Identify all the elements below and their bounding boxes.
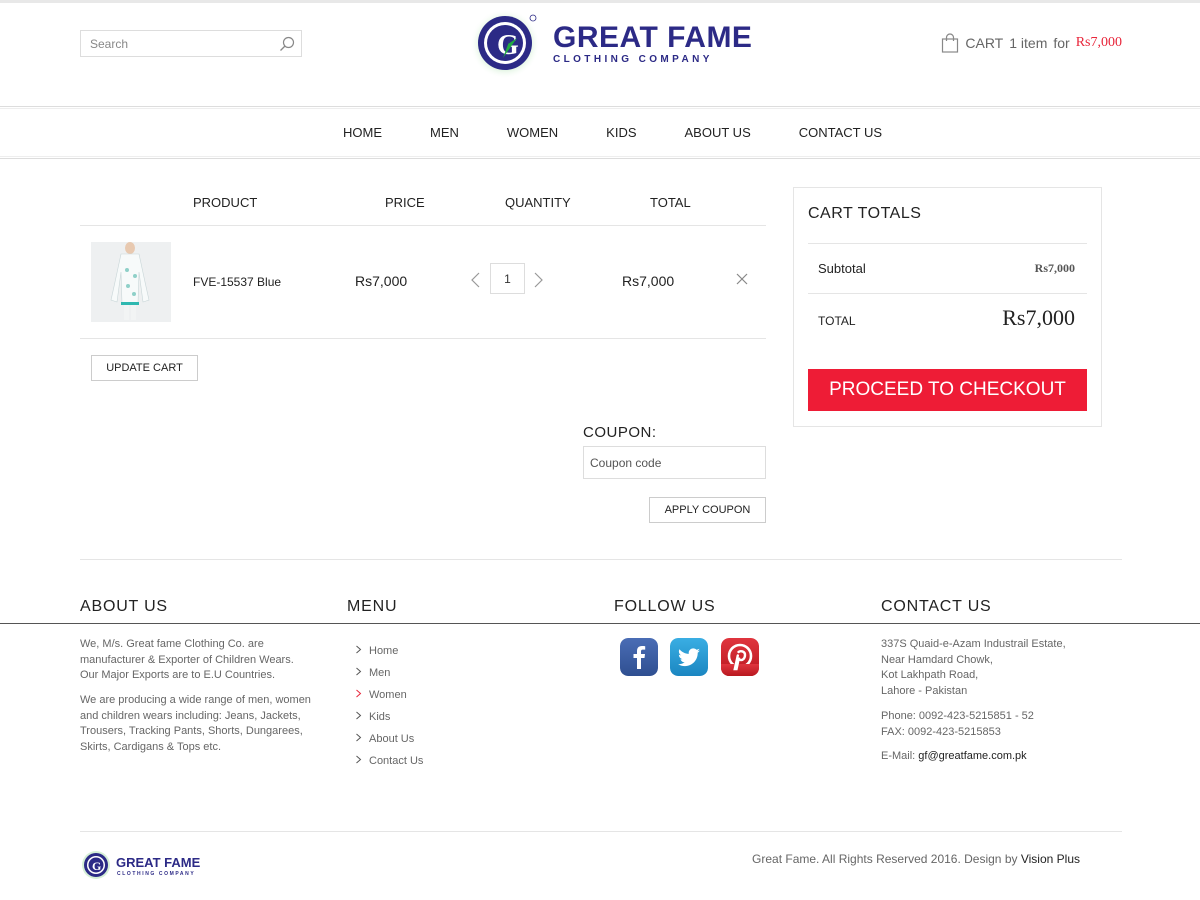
address-line: Kot Lakhpath Road, xyxy=(881,669,979,681)
main-nav: HOME MEN WOMEN KIDS ABOUT US CONTACT US xyxy=(0,106,1200,159)
twitter-icon[interactable] xyxy=(670,638,708,676)
facebook-icon[interactable] xyxy=(620,638,658,676)
footer-logo-name: GREAT FAME xyxy=(116,855,201,870)
chevron-right-icon xyxy=(355,711,369,723)
product-thumbnail[interactable] xyxy=(91,242,171,322)
contact-email-row: E-Mail: gf@greatfame.com.pk xyxy=(881,749,1121,765)
footer-logo-emblem: G xyxy=(82,851,110,879)
footer-about-heading: ABOUT US xyxy=(80,598,168,615)
footer-menu-kids[interactable]: Kids xyxy=(355,706,423,728)
copyright-text: Great Fame. All Rights Reserved 2016. De… xyxy=(752,852,1018,866)
quantity-increase-chevron-right-icon[interactable] xyxy=(531,271,545,289)
logo-tagline: CLOTHING COMPANY xyxy=(553,54,713,65)
contact-phone-fax: Phone: 0092-423-5215851 - 52 FAX: 0092-4… xyxy=(881,709,1121,740)
footer-menu-label: Men xyxy=(369,667,391,679)
column-price: PRICE xyxy=(385,195,425,210)
footer-heading-rule xyxy=(0,623,1200,624)
product-price: Rs7,000 xyxy=(355,273,408,289)
product-image xyxy=(91,242,171,322)
subtotal-value: Rs7,000 xyxy=(1034,261,1075,275)
footer-menu-label: Kids xyxy=(369,711,391,723)
address-line: 337S Quaid-e-Azam Industrail Estate, xyxy=(881,638,1066,650)
chevron-right-icon xyxy=(355,755,369,767)
quantity-decrease-chevron-left-icon[interactable] xyxy=(469,271,483,289)
contact-fax: FAX: 0092-423-5215853 xyxy=(881,725,1001,738)
totals-divider xyxy=(808,293,1087,294)
chevron-right-icon xyxy=(355,689,369,701)
footer-bottom-divider xyxy=(80,831,1122,832)
contact-phone: Phone: 0092-423-5215851 - 52 xyxy=(881,710,1034,722)
cart-totals-panel: CART TOTALS Subtotal Rs7,000 TOTAL Rs7,0… xyxy=(793,187,1102,427)
footer-menu-women[interactable]: Women xyxy=(355,684,423,706)
column-product: PRODUCT xyxy=(193,195,258,210)
total-value: Rs7,000 xyxy=(1002,305,1075,330)
pinterest-icon[interactable] xyxy=(721,638,759,676)
cart-label: CART xyxy=(965,35,1004,51)
designer-link[interactable]: Vision Plus xyxy=(1021,852,1080,866)
coupon-code-input[interactable] xyxy=(583,446,766,479)
remove-item-close-icon[interactable] xyxy=(735,272,749,286)
cart-count: 1 item xyxy=(1009,35,1048,51)
email-label: E-Mail: xyxy=(881,750,916,762)
site-logo[interactable]: G GREAT FAME CLOTHING COMPANY xyxy=(470,8,752,79)
logo-name: GREAT FAME xyxy=(553,21,753,54)
top-border xyxy=(0,0,1200,3)
footer-menu-men[interactable]: Men xyxy=(355,662,423,684)
svg-text:G: G xyxy=(92,859,101,873)
footer-follow-heading: FOLLOW US xyxy=(614,598,716,615)
cart-totals-title: CART TOTALS xyxy=(808,205,922,222)
nav-kids[interactable]: KIDS xyxy=(606,125,636,140)
cart-for: for xyxy=(1053,35,1070,51)
product-line-total: Rs7,000 xyxy=(622,273,675,289)
footer-logo[interactable]: G GREAT FAME CLOTHING COMPANY xyxy=(81,850,201,880)
address-line: Near Hamdard Chowk, xyxy=(881,653,993,666)
about-paragraph-2: We are producing a wide range of men, wo… xyxy=(80,694,311,753)
nav-men[interactable]: MEN xyxy=(430,125,459,140)
footer-menu-label: Home xyxy=(369,645,399,657)
copyright: Great Fame. All Rights Reserved 2016. De… xyxy=(752,852,1080,866)
search-input[interactable] xyxy=(81,31,271,56)
footer-menu-about-us[interactable]: About Us xyxy=(355,728,423,750)
product-name[interactable]: FVE-15537 Blue xyxy=(193,275,281,289)
footer-menu-label: Women xyxy=(369,689,407,701)
table-header-divider xyxy=(80,225,766,226)
search-box[interactable] xyxy=(80,30,302,57)
coupon-label: COUPON: xyxy=(583,424,657,441)
totals-divider xyxy=(808,243,1087,244)
search-icon[interactable] xyxy=(279,36,295,52)
nav-home[interactable]: HOME xyxy=(343,125,382,140)
footer-contact-heading: CONTACT US xyxy=(881,598,992,615)
chevron-right-icon xyxy=(355,667,369,679)
footer-menu-contact-us[interactable]: Contact Us xyxy=(355,750,423,772)
total-label: TOTAL xyxy=(818,314,856,328)
email-link[interactable]: gf@greatfame.com.pk xyxy=(918,750,1026,762)
footer-menu-label: Contact Us xyxy=(369,755,424,767)
about-paragraph-1: We, M/s. Great fame Clothing Co. are man… xyxy=(80,638,294,681)
nav-about-us[interactable]: ABOUT US xyxy=(685,125,751,140)
proceed-to-checkout-button[interactable]: PROCEED TO CHECKOUT xyxy=(808,369,1087,411)
footer-menu-heading: MENU xyxy=(347,598,398,615)
update-cart-button[interactable]: UPDATE CART xyxy=(91,355,198,381)
header-cart[interactable]: CART 1 item for Rs7,000 xyxy=(941,33,1122,53)
chevron-right-icon xyxy=(355,645,369,657)
footer-top-divider xyxy=(80,559,1122,560)
contact-address: 337S Quaid-e-Azam Industrail Estate, Nea… xyxy=(881,637,1121,699)
shopping-bag-icon xyxy=(942,33,959,53)
footer-menu: Home Men Women Kids About Us Contact Us xyxy=(355,640,423,772)
nav-women[interactable]: WOMEN xyxy=(507,125,558,140)
chevron-right-icon xyxy=(355,733,369,745)
footer-menu-home[interactable]: Home xyxy=(355,640,423,662)
apply-coupon-button[interactable]: APPLY COUPON xyxy=(649,497,766,523)
column-total: TOTAL xyxy=(650,195,691,210)
column-quantity: QUANTITY xyxy=(505,195,571,210)
footer-menu-label: About Us xyxy=(369,733,415,745)
nav-contact-us[interactable]: CONTACT US xyxy=(799,125,882,140)
cart-total-price: Rs7,000 xyxy=(1075,35,1122,50)
footer-logo-tagline: CLOTHING COMPANY xyxy=(117,871,196,877)
table-row-divider xyxy=(80,338,766,339)
address-line: Lahore - Pakistan xyxy=(881,684,968,697)
subtotal-label: Subtotal xyxy=(818,261,866,276)
quantity-input[interactable] xyxy=(490,263,525,294)
logo-emblem: G xyxy=(470,9,540,79)
